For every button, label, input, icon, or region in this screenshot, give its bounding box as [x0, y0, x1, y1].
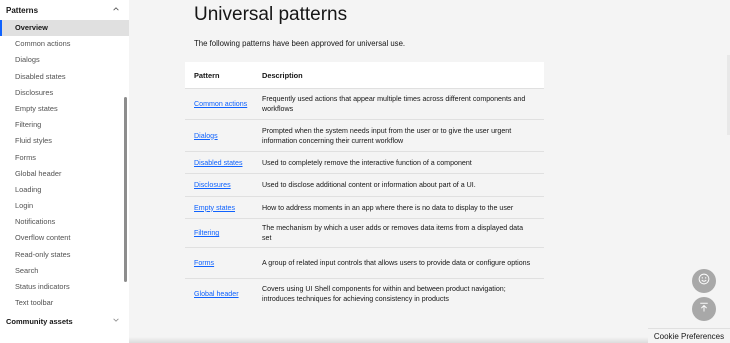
sidebar-item-loading[interactable]: Loading: [0, 182, 129, 198]
pattern-cell: Global header: [185, 289, 262, 299]
column-header-description: Description: [262, 70, 303, 80]
intro-text: The following patterns have been approve…: [194, 39, 406, 48]
sidebar-item-disabled-states[interactable]: Disabled states: [0, 69, 129, 85]
sidebar-item-overview[interactable]: Overview: [0, 20, 129, 37]
pattern-link[interactable]: Global header: [194, 290, 239, 298]
sidebar-item-disclosures[interactable]: Disclosures: [0, 85, 129, 101]
sidebar-item-search[interactable]: Search: [0, 263, 129, 279]
sidebar-item-filtering[interactable]: Filtering: [0, 117, 129, 133]
chevron-down-icon: [112, 316, 120, 326]
table-row: Disabled states Used to completely remove…: [185, 151, 544, 173]
description-cell: Frequently used actions that appear mult…: [262, 95, 526, 113]
description-cell: Used to completely remove the interactiv…: [262, 158, 472, 167]
arrow-up-to-top-icon: [698, 300, 710, 318]
sidebar-section-header[interactable]: Patterns: [0, 0, 129, 20]
sidebar-next-section-header[interactable]: Community assets: [0, 314, 129, 328]
sidebar-item-status-indicators[interactable]: Status indicators: [0, 279, 129, 295]
pattern-link[interactable]: Common actions: [194, 100, 247, 108]
sidebar-scrollbar[interactable]: [124, 97, 127, 282]
sidebar-item-empty-states[interactable]: Empty states: [0, 101, 129, 117]
sidebar-item-text-toolbar[interactable]: Text toolbar: [0, 295, 129, 311]
main-content: Universal patterns The following pattern…: [129, 0, 730, 343]
table-body: Common actions Frequently used actions th…: [185, 88, 544, 308]
page-title: Universal patterns: [194, 4, 348, 25]
table-row: Filtering The mechanism by which a user a…: [185, 218, 544, 247]
description-cell: Used to disclose additional content or i…: [262, 181, 476, 189]
sidebar-item-fluid-styles[interactable]: Fluid styles: [0, 133, 129, 149]
pattern-link[interactable]: Disclosures: [194, 181, 231, 189]
description-cell: Prompted when the system needs input fro…: [262, 126, 512, 145]
pattern-link[interactable]: Empty states: [194, 204, 235, 212]
pattern-cell: Common actions: [185, 99, 262, 109]
sidebar-item-read-only-states[interactable]: Read-only states: [0, 247, 129, 263]
pattern-link[interactable]: Disabled states: [194, 159, 243, 167]
pattern-link[interactable]: Dialogs: [194, 132, 218, 140]
table-header-row: Pattern Description: [185, 62, 544, 88]
pattern-cell: Disabled states: [185, 158, 262, 168]
pattern-cell: Disclosures: [185, 180, 262, 190]
sidebar-item-notifications[interactable]: Notifications: [0, 214, 129, 230]
table-row: Disclosures Used to disclose additional c…: [185, 173, 544, 196]
table-row: Global header Covers using UI Shell compo…: [185, 278, 544, 308]
sidebar-item-login[interactable]: Login: [0, 198, 129, 214]
pattern-link[interactable]: Filtering: [194, 229, 219, 237]
chevron-up-icon: [112, 5, 120, 15]
patterns-table: Pattern Description Common actions Freque…: [185, 62, 544, 308]
table-row: Forms A group of related input controls t…: [185, 247, 544, 278]
table-row: Dialogs Prompted when the system needs in…: [185, 119, 544, 151]
bottom-fade: [129, 337, 648, 343]
pattern-cell: Empty states: [185, 203, 262, 213]
description-cell: The mechanism by which a user adds or re…: [262, 224, 524, 242]
description-cell: Covers using UI Shell components for wit…: [262, 284, 506, 303]
pattern-cell: Forms: [185, 258, 262, 268]
pattern-cell: Filtering: [185, 228, 262, 238]
sidebar-next-section-title: Community assets: [6, 316, 73, 326]
column-header-pattern: Pattern: [194, 70, 220, 80]
back-to-top-button[interactable]: [692, 297, 716, 321]
feedback-button[interactable]: [692, 269, 716, 293]
sidebar-section-title: Patterns: [6, 5, 39, 15]
sidebar-item-dialogs[interactable]: Dialogs: [0, 52, 129, 68]
sidebar-items: Overview Common actions Dialogs Disabled st…: [0, 20, 129, 311]
sidebar-item-overflow-content[interactable]: Overflow content: [0, 230, 129, 246]
pattern-link[interactable]: Forms: [194, 259, 214, 267]
side-navigation: Patterns Overview Common actions Dialogs Di…: [0, 0, 129, 343]
sidebar-item-forms[interactable]: Forms: [0, 150, 129, 166]
table-row: Common actions Frequently used actions th…: [185, 88, 544, 119]
table-row: Empty states How to address moments in an…: [185, 196, 544, 218]
sidebar-item-common-actions[interactable]: Common actions: [0, 36, 129, 52]
smiley-face-icon: [698, 272, 710, 290]
description-cell: How to address moments in an app where t…: [262, 203, 514, 212]
sidebar-item-global-header[interactable]: Global header: [0, 166, 129, 182]
description-cell: A group of related input controls that a…: [262, 259, 531, 267]
cookie-preferences-button[interactable]: Cookie Preferences: [648, 328, 730, 343]
pattern-cell: Dialogs: [185, 131, 262, 141]
